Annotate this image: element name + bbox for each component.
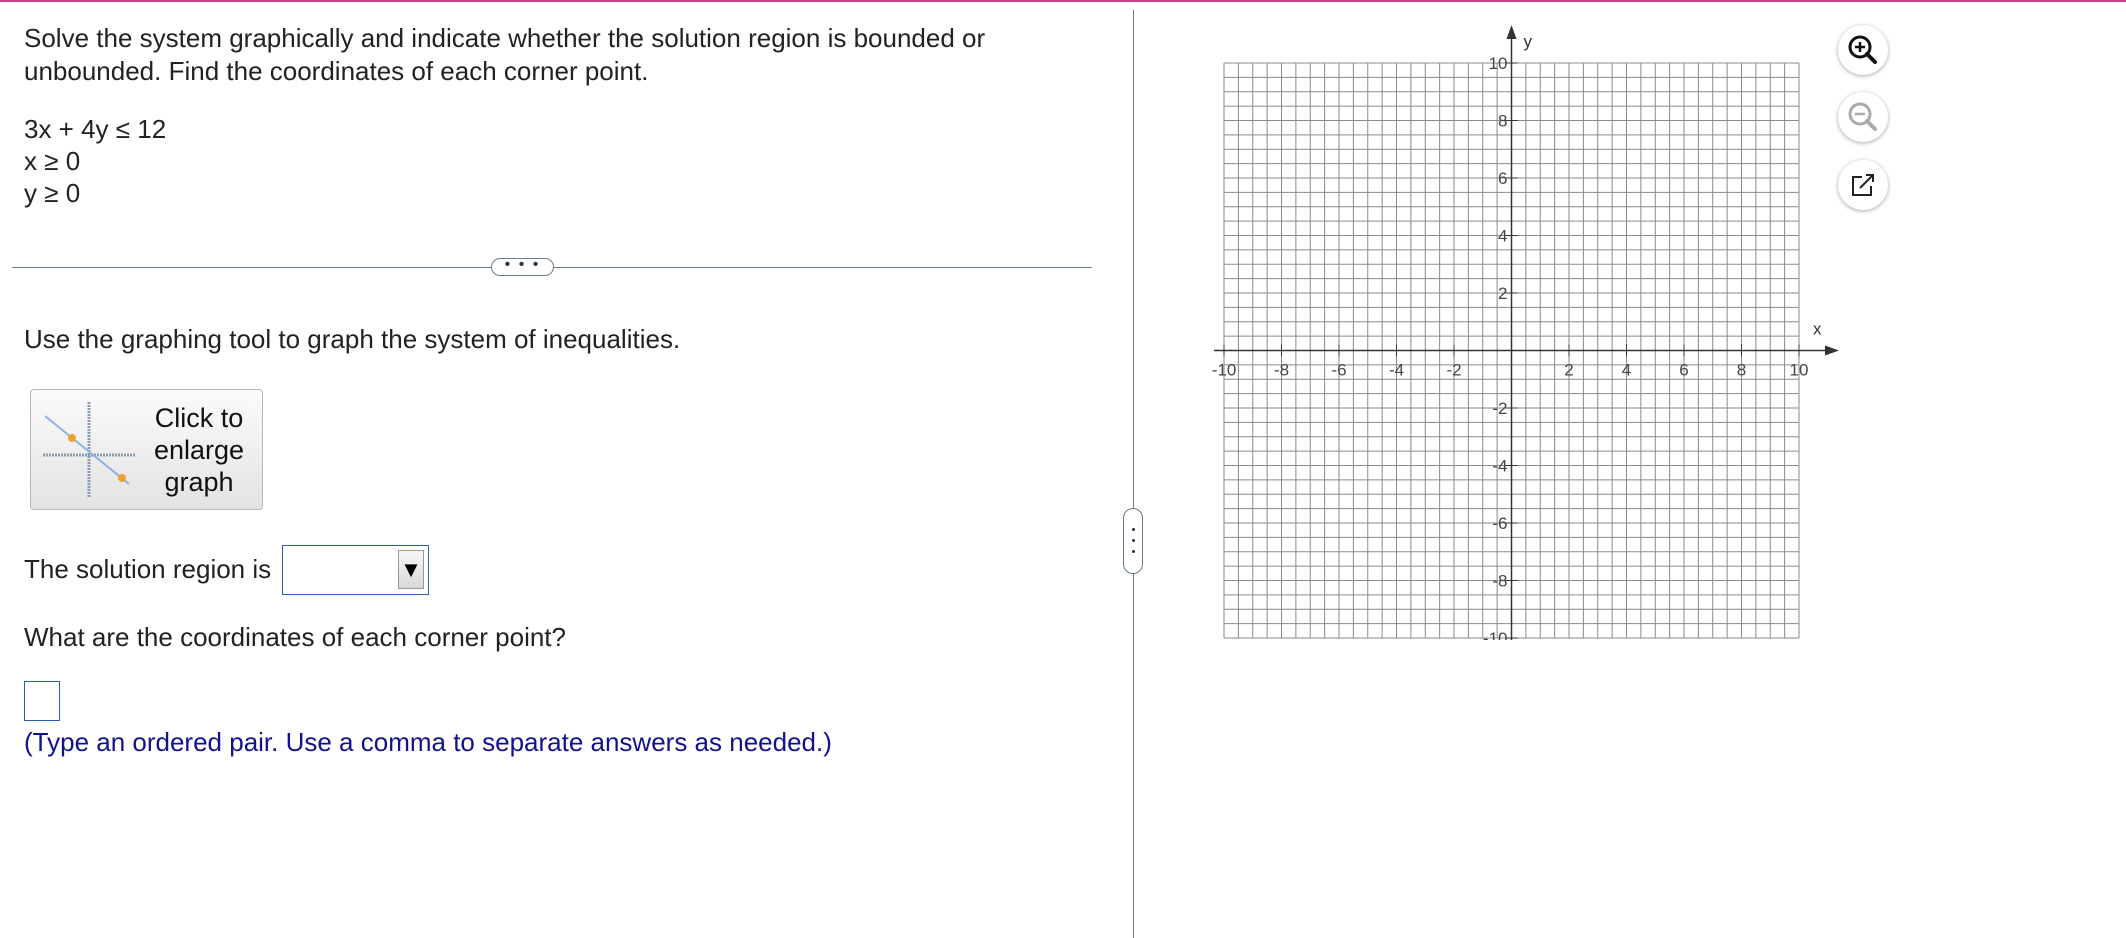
corner-point-question: What are the coordinates of each corner … bbox=[24, 622, 566, 652]
x-axis-label: x bbox=[1813, 320, 1822, 339]
y-tick-label: -4 bbox=[1492, 457, 1507, 476]
zoom-in-icon bbox=[1848, 35, 1877, 64]
splitter-handle[interactable] bbox=[1123, 508, 1143, 574]
coordinate-graph[interactable]: xy -10 -8 -6 -4 -2 2 4 6 8 10108642-2-4-6-8-10 bbox=[1200, 20, 1840, 640]
popout-button[interactable] bbox=[1838, 160, 1888, 210]
solution-region-dropdown[interactable]: ▼ bbox=[282, 545, 429, 595]
x-tick-label: 2 bbox=[1564, 361, 1573, 380]
enlarge-graph-label: Click to enlarge graph bbox=[153, 403, 245, 497]
inequality-3: y ≥ 0 bbox=[24, 178, 81, 208]
y-axis-label: y bbox=[1524, 32, 1533, 51]
x-tick-label: 4 bbox=[1622, 361, 1631, 380]
answer-format-hint: (Type an ordered pair. Use a comma to se… bbox=[24, 727, 832, 757]
y-tick-label: -8 bbox=[1492, 572, 1507, 591]
question-pane: Solve the system graphically and indicat… bbox=[0, 0, 1110, 938]
popout-icon bbox=[1852, 173, 1876, 196]
enlarge-graph-button[interactable]: Click to enlarge graph bbox=[30, 389, 263, 510]
question-prompt: Solve the system graphically and indicat… bbox=[24, 23, 986, 86]
inequality-1: 3x + 4y ≤ 12 bbox=[24, 114, 167, 144]
zoom-out-button[interactable] bbox=[1838, 92, 1888, 142]
x-tick-label: -6 bbox=[1331, 361, 1346, 380]
zoom-in-button[interactable] bbox=[1838, 25, 1888, 75]
y-tick-label: -2 bbox=[1492, 399, 1507, 418]
x-tick-label: 10 bbox=[1790, 361, 1809, 380]
x-tick-label: 8 bbox=[1737, 361, 1746, 380]
corner-point-answer-input[interactable] bbox=[24, 681, 60, 721]
x-tick-label: -8 bbox=[1274, 361, 1289, 380]
x-tick-label: -10 bbox=[1212, 361, 1237, 380]
y-tick-label: 8 bbox=[1498, 112, 1507, 131]
x-tick-label: 6 bbox=[1679, 361, 1688, 380]
y-tick-label: 4 bbox=[1498, 227, 1507, 246]
graph-thumbnail-icon bbox=[43, 402, 135, 498]
y-tick-label: 10 bbox=[1489, 54, 1508, 73]
dropdown-arrow-icon[interactable]: ▼ bbox=[398, 550, 424, 589]
y-tick-label: -10 bbox=[1483, 629, 1508, 640]
x-tick-label: -2 bbox=[1446, 361, 1461, 380]
x-axis-arrow bbox=[1825, 345, 1839, 356]
solution-region-label: The solution region is bbox=[24, 554, 272, 584]
graph-axes: xy bbox=[1214, 25, 1839, 640]
y-tick-label: 2 bbox=[1498, 284, 1507, 303]
inequality-2: x ≥ 0 bbox=[24, 146, 81, 176]
zoom-out-icon bbox=[1848, 102, 1877, 131]
x-tick-label: -4 bbox=[1389, 361, 1404, 380]
pane-splitter bbox=[1133, 10, 1134, 938]
y-tick-label: 6 bbox=[1498, 169, 1507, 188]
graph-instruction: Use the graphing tool to graph the syste… bbox=[24, 324, 681, 354]
y-axis-arrow bbox=[1506, 25, 1517, 39]
y-tick-label: -6 bbox=[1492, 514, 1507, 533]
expand-more-button[interactable]: • • • bbox=[491, 257, 554, 276]
